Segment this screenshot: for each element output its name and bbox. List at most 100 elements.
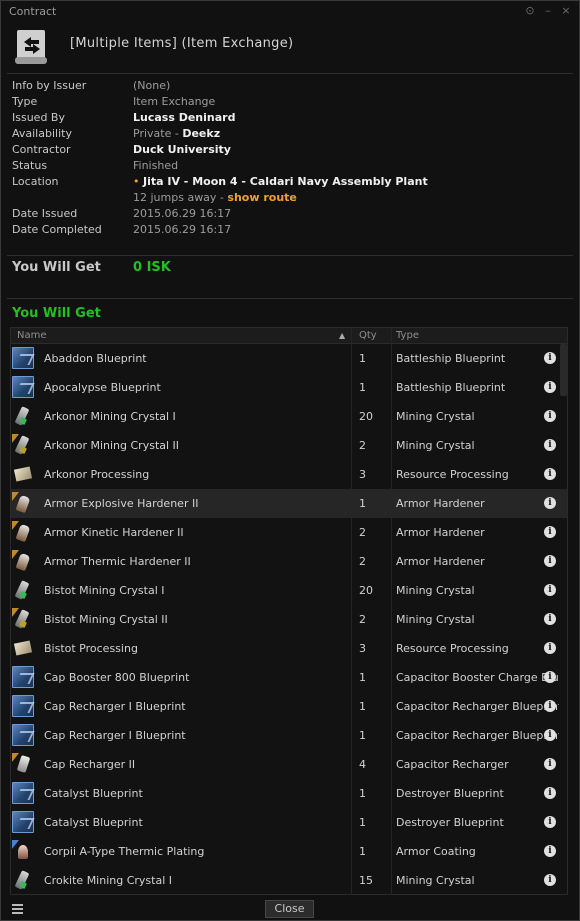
mining-crystal-t2-icon (12, 434, 34, 456)
item-qty: 3 (359, 468, 366, 481)
item-name: Arkonor Mining Crystal I (44, 410, 176, 423)
divider (7, 73, 573, 74)
table-row[interactable]: Bistot Processing 3 Resource Processing i (11, 634, 567, 663)
table-row[interactable]: Armor Kinetic Hardener II 2 Armor Hardener… (11, 518, 567, 547)
armor-coating-faction-icon (12, 840, 34, 862)
info-icon[interactable]: i (544, 845, 556, 857)
table-row[interactable]: Arkonor Mining Crystal I 20 Mining Crystal… (11, 402, 567, 431)
location-link[interactable]: • Jita IV - Moon 4 - Caldari Navy Assemb… (133, 175, 428, 188)
title-bar[interactable]: Contract ⊙ – × (1, 1, 579, 21)
info-label: Contractor (12, 143, 71, 156)
item-type: Battleship Blueprint (396, 381, 506, 394)
info-icon[interactable]: i (544, 526, 556, 538)
contract-info: Info by Issuer (None) Type Item Exchange… (12, 79, 572, 239)
tech-2-badge-icon (12, 550, 19, 559)
table-row[interactable]: Catalyst Blueprint 1 Destroyer Blueprint i (11, 808, 567, 837)
table-row[interactable]: Cap Booster 800 Blueprint 1 Capacitor Boos… (11, 663, 567, 692)
info-icon[interactable]: i (544, 410, 556, 422)
info-icon[interactable]: i (544, 555, 556, 567)
minimize-icon[interactable]: – (543, 4, 553, 17)
menu-icon[interactable] (12, 904, 23, 914)
item-type: Mining Crystal (396, 613, 475, 626)
item-name: Bistot Processing (44, 642, 138, 655)
info-value: (None) (133, 79, 171, 92)
item-qty: 1 (359, 700, 366, 713)
info-icon[interactable]: i (544, 787, 556, 799)
table-row[interactable]: Armor Thermic Hardener II 2 Armor Hardener… (11, 547, 567, 576)
info-icon[interactable]: i (544, 381, 556, 393)
blueprint-icon (12, 811, 34, 833)
tech-2-badge-icon (12, 521, 19, 530)
item-type: Battleship Blueprint (396, 352, 506, 365)
item-type: Mining Crystal (396, 584, 475, 597)
item-qty: 20 (359, 584, 373, 597)
info-row-status: Status Finished (12, 159, 572, 175)
item-qty: 2 (359, 439, 366, 452)
contractor-link[interactable]: Duck University (133, 143, 231, 156)
info-row-date-issued: Date Issued 2015.06.29 16:17 (12, 207, 572, 223)
table-row[interactable]: Armor Explosive Hardener II 1 Armor Harden… (11, 489, 567, 518)
info-label: Location (12, 175, 59, 188)
info-icon[interactable]: i (544, 497, 556, 509)
close-button[interactable]: Close (265, 900, 314, 918)
contract-scroll-icon (15, 30, 47, 64)
info-icon[interactable]: i (544, 439, 556, 451)
table-row[interactable]: Arkonor Processing 3 Resource Processing i (11, 460, 567, 489)
info-icon[interactable]: i (544, 874, 556, 886)
info-icon[interactable]: i (544, 584, 556, 596)
item-name: Bistot Mining Crystal II (44, 613, 168, 626)
blueprint-icon (12, 695, 34, 717)
info-icon[interactable]: i (544, 468, 556, 480)
table-row[interactable]: Catalyst Blueprint 1 Destroyer Blueprint i (11, 779, 567, 808)
info-icon[interactable]: i (544, 758, 556, 770)
item-name: Armor Thermic Hardener II (44, 555, 191, 568)
item-name: Arkonor Mining Crystal II (44, 439, 180, 452)
column-header-qty[interactable]: Qty (359, 330, 377, 341)
issuer-link[interactable]: Lucass Deninard (133, 111, 235, 124)
table-row[interactable]: Bistot Mining Crystal I 20 Mining Crystal i (11, 576, 567, 605)
item-type: Capacitor Recharger (396, 758, 509, 771)
item-name: Abaddon Blueprint (44, 352, 147, 365)
table-row[interactable]: Apocalypse Blueprint 1 Battleship Blueprin… (11, 373, 567, 402)
table-row[interactable]: Arkonor Mining Crystal II 2 Mining Crystal… (11, 431, 567, 460)
scrollbar-thumb[interactable] (560, 344, 567, 396)
info-icon[interactable]: i (544, 613, 556, 625)
column-header-name[interactable]: Name (17, 330, 47, 341)
item-name: Armor Explosive Hardener II (44, 497, 199, 510)
info-row-location: Location • Jita IV - Moon 4 - Caldari Na… (12, 175, 572, 191)
item-name: Cap Recharger I Blueprint (44, 700, 186, 713)
info-label: Availability (12, 127, 72, 140)
close-icon[interactable]: × (561, 4, 571, 17)
info-icon[interactable]: i (544, 816, 556, 828)
table-row[interactable]: Crokite Mining Crystal I 15 Mining Crystal… (11, 866, 567, 894)
item-qty: 2 (359, 526, 366, 539)
availability-target-link[interactable]: Deekz (182, 127, 220, 140)
armor-hardener-t2-icon (12, 550, 34, 572)
table-row[interactable]: Cap Recharger I Blueprint 1 Capacitor Rech… (11, 692, 567, 721)
column-header-type[interactable]: Type (396, 330, 419, 341)
table-row[interactable]: Cap Recharger I Blueprint 1 Capacitor Rech… (11, 721, 567, 750)
show-route-link[interactable]: show route (227, 191, 296, 204)
info-icon[interactable]: i (544, 671, 556, 683)
table-row[interactable]: Abaddon Blueprint 1 Battleship Blueprint i (11, 344, 567, 373)
info-icon[interactable]: i (544, 700, 556, 712)
security-dot-icon: • (133, 175, 140, 188)
settings-icon[interactable]: ⊙ (525, 4, 535, 17)
item-qty: 1 (359, 729, 366, 742)
info-label: Date Issued (12, 207, 78, 220)
table-row[interactable]: Bistot Mining Crystal II 2 Mining Crystal i (11, 605, 567, 634)
info-row-type: Type Item Exchange (12, 95, 572, 111)
item-qty: 2 (359, 613, 366, 626)
you-will-get-isk: You Will Get 0 ISK (12, 260, 171, 275)
table-row[interactable]: Corpii A-Type Thermic Plating 1 Armor Coat… (11, 837, 567, 866)
divider (7, 298, 573, 299)
item-qty: 1 (359, 671, 366, 684)
table-row[interactable]: Cap Recharger II 4 Capacitor Recharger i (11, 750, 567, 779)
info-icon[interactable]: i (544, 642, 556, 654)
info-icon[interactable]: i (544, 352, 556, 364)
item-qty: 2 (359, 555, 366, 568)
item-type: Capacitor Booster Charge Blueprint (396, 671, 559, 684)
info-icon[interactable]: i (544, 729, 556, 741)
item-name: Crokite Mining Crystal I (44, 874, 173, 887)
section-label: You Will Get (12, 260, 101, 275)
